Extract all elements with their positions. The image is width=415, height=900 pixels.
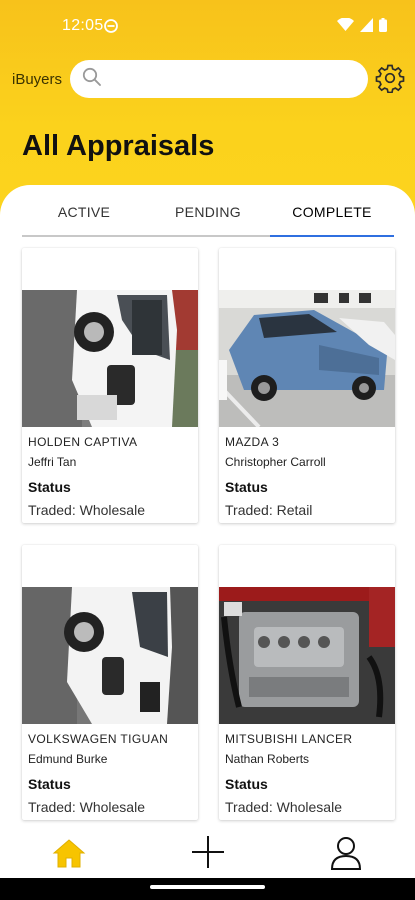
traded-status: Traded: Wholesale [225,799,342,815]
vehicle-photo [219,290,395,427]
appraisal-card[interactable]: MAZDA 3 Christopher Carroll Status Trade… [219,248,395,523]
tab-active[interactable]: ACTIVE [22,200,146,235]
status-label: Status [28,776,71,792]
status-bar: 12:05 [0,0,415,52]
tab-complete[interactable]: COMPLETE [270,200,394,237]
customer-name: Jeffri Tan [28,455,77,469]
vehicle-model: MAZDA 3 [225,435,280,449]
user-icon[interactable] [330,836,362,875]
search-icon [82,67,102,92]
page-title: All Appraisals [22,130,215,162]
home-icon[interactable] [52,838,86,873]
signal-icon [360,18,373,32]
gear-icon[interactable] [375,63,405,98]
customer-name: Edmund Burke [28,752,108,766]
vehicle-model: MITSUBISHI LANCER [225,732,353,746]
plus-icon[interactable] [190,834,226,875]
traded-status: Traded: Wholesale [28,502,145,518]
status-icons [337,18,387,32]
status-label: Status [225,776,268,792]
appraisal-card[interactable]: HOLDEN CAPTIVA Jeffri Tan Status Traded:… [22,248,198,523]
vehicle-photo [22,587,198,724]
appraisal-card[interactable]: VOLKSWAGEN TIGUAN Edmund Burke Status Tr… [22,545,198,820]
customer-name: Christopher Carroll [225,455,326,469]
bottom-nav [0,826,415,878]
sync-icon [104,19,118,38]
customer-name: Nathan Roberts [225,752,310,766]
battery-icon [379,18,387,32]
appraisal-card[interactable]: MITSUBISHI LANCER Nathan Roberts Status … [219,545,395,820]
search-bar[interactable] [70,60,368,98]
tab-pending[interactable]: PENDING [146,200,270,235]
gesture-bar [0,878,415,900]
traded-status: Traded: Wholesale [28,799,145,815]
status-label: Status [225,479,268,495]
tab-bar: ACTIVE PENDING COMPLETE [22,200,394,237]
brand-label: iBuyers [12,71,63,88]
vehicle-photo [22,290,198,427]
traded-status: Traded: Retail [225,502,313,518]
wifi-icon [337,18,354,31]
search-input[interactable] [110,70,350,88]
gesture-handle[interactable] [150,885,265,889]
status-label: Status [28,479,71,495]
vehicle-model: VOLKSWAGEN TIGUAN [28,732,169,746]
vehicle-photo [219,587,395,724]
vehicle-model: HOLDEN CAPTIVA [28,435,138,449]
status-time: 12:05 [62,17,104,34]
